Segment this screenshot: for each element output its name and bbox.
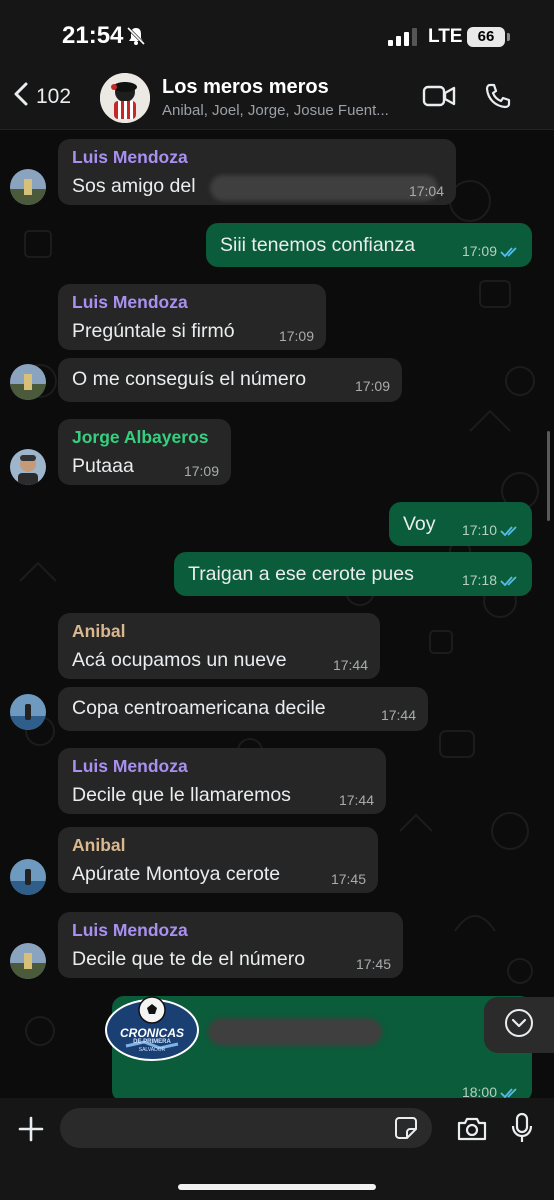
message-time: 17:04 xyxy=(408,183,444,199)
sender-name: Jorge Albayeros xyxy=(72,427,209,447)
chat-area[interactable]: Luis Mendoza Sos amigo del 17:04 Siii te… xyxy=(0,131,554,1098)
scroll-indicator[interactable] xyxy=(547,431,550,521)
message-time: 17:45 xyxy=(355,956,391,972)
redacted-text xyxy=(208,1018,382,1046)
chevron-down-circle-icon xyxy=(503,1007,535,1044)
group-members[interactable]: Anibal, Joel, Jorge, Josue Fuent... xyxy=(162,102,412,119)
logo-line2: DE PRIMERA xyxy=(133,1039,171,1045)
bell-muted-icon xyxy=(126,26,146,51)
message-input[interactable] xyxy=(60,1108,432,1148)
message-time: 18:00 xyxy=(461,1084,497,1098)
video-call-icon[interactable] xyxy=(422,84,456,113)
message-meta: 18:00 xyxy=(462,1084,520,1098)
avatar-luis-mendoza[interactable] xyxy=(10,943,46,979)
sender-name: Luis Mendoza xyxy=(72,920,188,940)
message-time: 17:10 xyxy=(461,522,497,538)
avatar-jorge-albayeros[interactable] xyxy=(10,449,46,485)
message-meta: 17:18 xyxy=(462,572,520,590)
message-meta: 17:10 xyxy=(462,522,520,540)
avatar-anibal[interactable] xyxy=(10,694,46,730)
read-ticks-icon xyxy=(500,245,520,261)
message-time: 17:09 xyxy=(461,243,497,259)
plus-icon[interactable] xyxy=(18,1116,44,1147)
unread-count: 102 xyxy=(36,84,72,108)
chevron-left-icon xyxy=(14,82,28,111)
message-text: Pregúntale si firmó xyxy=(72,320,235,342)
status-time: 21:54 xyxy=(62,22,124,49)
redacted-text xyxy=(210,175,438,201)
cronicas-logo[interactable]: CRONICAS DE PRIMERA SALVADOR xyxy=(104,996,200,1062)
input-bar xyxy=(0,1098,554,1200)
message-text: Traigan a ese cerote pues xyxy=(188,563,414,585)
battery-level: 66 xyxy=(467,27,505,47)
read-ticks-icon xyxy=(500,524,520,540)
message-bubble[interactable]: Anibal Apúrate Montoya cerote 17:45 xyxy=(58,827,378,893)
sender-name: Luis Mendoza xyxy=(72,292,188,312)
message-time: 17:09 xyxy=(278,328,314,344)
message-text: Decile que le llamaremos xyxy=(72,784,291,806)
phone-call-icon[interactable] xyxy=(484,82,512,115)
sender-name: Luis Mendoza xyxy=(72,756,188,776)
read-ticks-icon xyxy=(500,1086,520,1098)
message-text: Voy xyxy=(403,513,436,535)
message-text: Siii tenemos confianza xyxy=(220,234,416,256)
message-text: Copa centroamericana decile xyxy=(72,697,326,719)
sender-name: Anibal xyxy=(72,621,126,641)
read-ticks-icon xyxy=(500,574,520,590)
scroll-to-bottom-button[interactable] xyxy=(484,997,554,1053)
message-time: 17:44 xyxy=(338,792,374,808)
message-bubble[interactable]: Jorge Albayeros Putaaa 17:09 xyxy=(58,419,231,485)
group-avatar[interactable] xyxy=(100,73,150,123)
chat-header: 102 Los meros meros Anibal, Joel, Jorge,… xyxy=(0,70,554,130)
message-text: Decile que te de el número xyxy=(72,948,306,970)
signal-icon xyxy=(388,28,418,51)
message-bubble-outgoing[interactable]: Traigan a ese cerote pues 17:18 xyxy=(174,552,532,596)
message-text: Apúrate Montoya cerote xyxy=(72,863,281,885)
group-title[interactable]: Los meros meros xyxy=(162,76,329,99)
message-bubble[interactable]: Luis Mendoza Decile que te de el número … xyxy=(58,912,403,978)
message-time: 17:09 xyxy=(354,378,390,394)
battery-tip xyxy=(507,33,510,41)
message-time: 17:45 xyxy=(330,871,366,887)
sticker-icon[interactable] xyxy=(394,1116,418,1145)
message-text: O me conseguís el número xyxy=(72,368,307,390)
logo-line3: SALVADOR xyxy=(138,1047,166,1053)
sender-name: Luis Mendoza xyxy=(72,147,188,167)
message-text: Sos amigo del xyxy=(72,175,196,197)
microphone-icon[interactable] xyxy=(510,1112,534,1149)
message-text: Putaaa xyxy=(72,455,134,477)
message-bubble-outgoing-preview[interactable]: CRONICAS DE PRIMERA SALVADOR 18:00 xyxy=(105,996,532,1098)
message-time: 17:18 xyxy=(461,572,497,588)
message-text: Acá ocupamos un nueve xyxy=(72,649,287,671)
message-bubble[interactable]: Luis Mendoza Decile que le llamaremos 17… xyxy=(58,748,386,814)
message-time: 17:44 xyxy=(380,707,416,723)
sender-name: Anibal xyxy=(72,835,126,855)
message-bubble-outgoing[interactable]: Siii tenemos confianza 17:09 xyxy=(206,223,532,267)
avatar-anibal[interactable] xyxy=(10,859,46,895)
status-bar: 21:54 LTE 66 xyxy=(0,0,554,70)
back-button[interactable]: 102 xyxy=(14,82,71,111)
message-bubble[interactable]: Luis Mendoza Sos amigo del 17:04 xyxy=(58,139,456,205)
logo-line1: CRONICAS xyxy=(119,1026,184,1040)
message-bubble[interactable]: Luis Mendoza Pregúntale si firmó 17:09 xyxy=(58,284,326,350)
message-time: 17:44 xyxy=(332,657,368,673)
home-indicator[interactable] xyxy=(178,1184,376,1190)
message-time: 17:09 xyxy=(183,463,219,479)
network-type: LTE xyxy=(428,26,463,47)
camera-icon[interactable] xyxy=(456,1116,488,1147)
message-bubble[interactable]: Anibal Acá ocupamos un nueve 17:44 xyxy=(58,613,380,679)
message-meta: 17:09 xyxy=(462,243,520,261)
message-bubble[interactable]: Copa centroamericana decile 17:44 xyxy=(58,687,428,731)
avatar-luis-mendoza[interactable] xyxy=(10,364,46,400)
message-bubble-outgoing[interactable]: Voy 17:10 xyxy=(389,502,532,546)
message-bubble[interactable]: O me conseguís el número 17:09 xyxy=(58,358,402,402)
avatar-luis-mendoza[interactable] xyxy=(10,169,46,205)
